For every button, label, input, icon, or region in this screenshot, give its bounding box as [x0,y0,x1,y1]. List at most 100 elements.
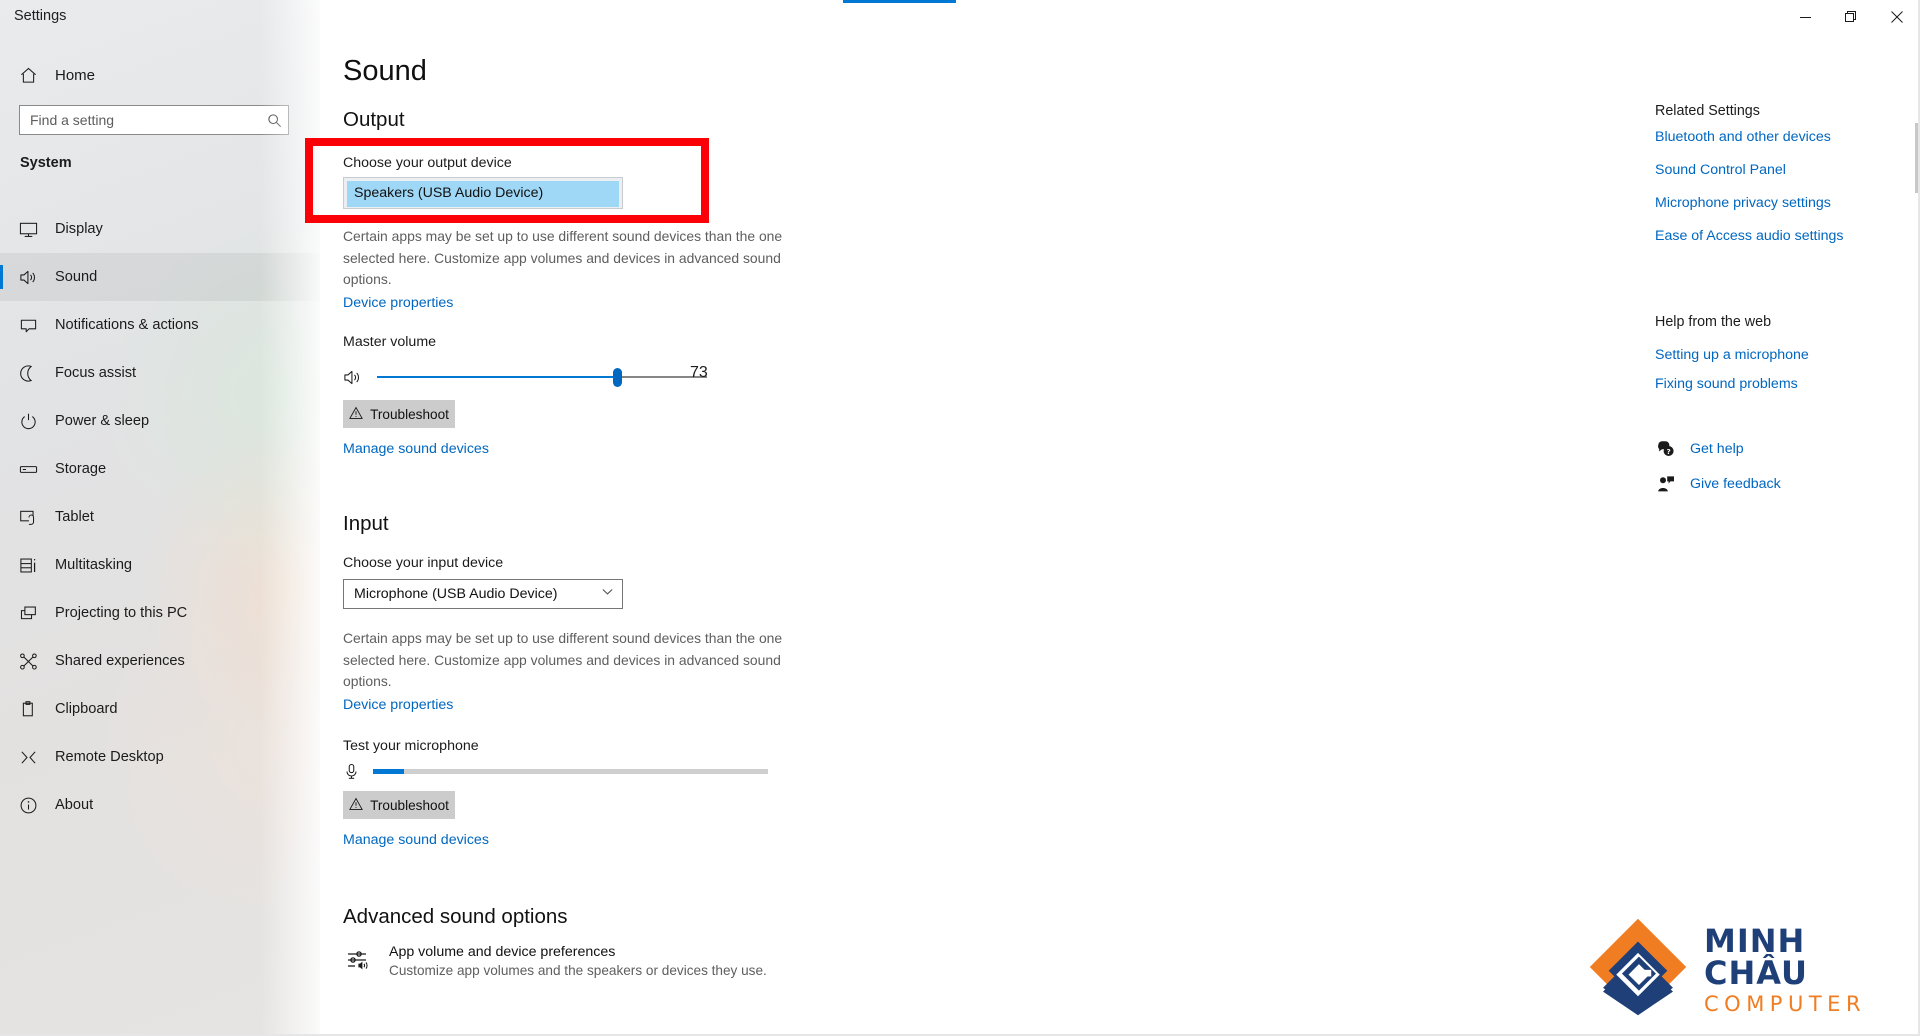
give-feedback-action[interactable]: Give feedback [1655,475,1781,493]
sidebar-item-about[interactable]: About [0,781,320,829]
input-section-title: Input [343,512,389,535]
support-actions: ? Get help Give feedback [1655,440,1781,510]
window-controls [1782,0,1920,34]
output-manage-sound-devices-link[interactable]: Manage sound devices [343,441,489,457]
sidebar-group-title: System [20,155,72,171]
feedback-person-icon [1655,475,1677,493]
get-help-label: Get help [1690,441,1744,457]
tablet-icon [19,508,53,527]
test-microphone-label: Test your microphone [343,738,479,754]
output-device-combobox[interactable]: Speakers (USB Audio Device) [343,177,623,209]
input-device-properties-link[interactable]: Device properties [343,697,453,713]
brand-text: MINH CHÂU COMPUTER [1704,925,1920,1015]
close-button[interactable] [1874,0,1920,34]
sidebar-item-clipboard[interactable]: Clipboard [0,685,320,733]
sidebar-item-remote-desktop[interactable]: Remote Desktop [0,733,320,781]
warning-triangle-icon [349,797,363,814]
master-volume-label: Master volume [343,334,437,350]
output-troubleshoot-button[interactable]: Troubleshoot [343,400,455,428]
link-ease-of-access-audio-settings[interactable]: Ease of Access audio settings [1655,228,1844,244]
warning-triangle-icon [349,406,363,423]
link-bluetooth-and-other-devices[interactable]: Bluetooth and other devices [1655,129,1844,145]
projecting-icon [19,604,53,623]
maximize-restore-button[interactable] [1828,0,1874,34]
mixer-icon [343,944,373,978]
storage-icon [19,460,53,479]
sidebar-item-label: Power & sleep [55,413,150,429]
sidebar-item-shared-experiences[interactable]: Shared experiences [0,637,320,685]
sidebar-item-multitasking[interactable]: Multitasking [0,541,320,589]
output-section-title: Output [343,108,405,131]
right-pane: Related Settings Bluetooth and other dev… [1655,0,1920,1036]
output-description: Certain apps may be set up to use differ… [343,228,783,288]
link-fixing-sound-problems[interactable]: Fixing sound problems [1655,376,1809,392]
sidebar-item-tablet[interactable]: Tablet [0,493,320,541]
sidebar-item-label: Storage [55,461,107,477]
app-volume-and-device-preferences-item[interactable]: App volume and device preferences Custom… [343,944,767,978]
master-volume-value: 73 [690,364,708,381]
slider-thumb[interactable] [613,368,623,387]
search-box[interactable] [19,105,289,135]
shared-icon [19,652,53,671]
sidebar-item-projecting-to-this-pc[interactable]: Projecting to this PC [0,589,320,637]
sidebar-item-power-and-sleep[interactable]: Power & sleep [0,397,320,445]
sidebar-item-label: Remote Desktop [55,749,164,765]
sidebar-item-label: Focus assist [55,365,137,381]
master-volume-slider[interactable] [377,361,707,393]
sidebar-item-display[interactable]: Display [0,205,320,253]
chevron-down-icon[interactable] [601,585,614,603]
input-description: Certain apps may be set up to use differ… [343,630,783,690]
give-feedback-label: Give feedback [1690,476,1781,492]
advanced-item-title: App volume and device preferences [389,944,616,960]
output-device-value: Speakers (USB Audio Device) [354,185,544,201]
output-device-properties-link[interactable]: Device properties [343,295,453,311]
monitor-icon [19,220,53,239]
speaker-icon [19,268,53,287]
window-title: Settings [14,8,67,24]
sidebar-item-focus-assist[interactable]: Focus assist [0,349,320,397]
link-microphone-privacy-settings[interactable]: Microphone privacy settings [1655,195,1844,211]
remote-desktop-icon [19,748,53,767]
sidebar-item-label: Tablet [55,509,94,525]
search-icon[interactable] [260,113,288,128]
get-help-action[interactable]: ? Get help [1655,440,1781,458]
input-device-combobox[interactable]: Microphone (USB Audio Device) [343,579,623,609]
meter-background [372,768,768,774]
microphone-level-meter [372,768,768,774]
slider-fill [377,376,618,378]
tab-accent-bar [843,0,956,3]
sidebar-item-sound[interactable]: Sound [0,253,320,301]
sidebar-item-label: About [55,797,94,813]
help-from-web-links: Setting up a microphone Fixing sound pro… [1655,347,1809,405]
related-settings-links: Bluetooth and other devices Sound Contro… [1655,129,1844,261]
power-icon [19,412,53,431]
speaker-volume-icon[interactable] [343,368,377,387]
sidebar-item-label: Shared experiences [55,653,185,669]
input-manage-sound-devices-link[interactable]: Manage sound devices [343,832,489,848]
brand-name: MINH CHÂU [1704,921,1809,992]
sidebar-item-label: Clipboard [55,701,118,717]
search-input[interactable] [20,112,260,128]
microphone-level-row [343,758,768,784]
input-device-value: Microphone (USB Audio Device) [354,586,558,602]
main-content: Sound Output Choose your output device S… [305,0,1640,1036]
notification-icon [19,316,53,335]
help-from-web-title: Help from the web [1655,314,1772,330]
minimize-button[interactable] [1782,0,1828,34]
output-troubleshoot-label: Troubleshoot [370,406,449,422]
minh-chau-computer-watermark: MINH CHÂU COMPUTER [1586,915,1920,1024]
input-troubleshoot-button[interactable]: Troubleshoot [343,791,455,819]
sidebar-home-label: Home [55,66,96,84]
multitasking-icon [19,556,53,575]
meter-fill [372,768,405,774]
page-title: Sound [343,55,427,87]
sidebar-item-storage[interactable]: Storage [0,445,320,493]
link-sound-control-panel[interactable]: Sound Control Panel [1655,162,1844,178]
sidebar-item-notifications-and-actions[interactable]: Notifications & actions [0,301,320,349]
link-setting-up-a-microphone[interactable]: Setting up a microphone [1655,347,1809,363]
brand-tagline: COMPUTER [1704,991,1867,1016]
minh-chau-diamond-logo [1586,915,1690,1024]
advanced-item-subtitle: Customize app volumes and the speakers o… [389,963,767,978]
input-device-label: Choose your input device [343,555,504,571]
sidebar-item-home[interactable]: Home [0,55,320,95]
